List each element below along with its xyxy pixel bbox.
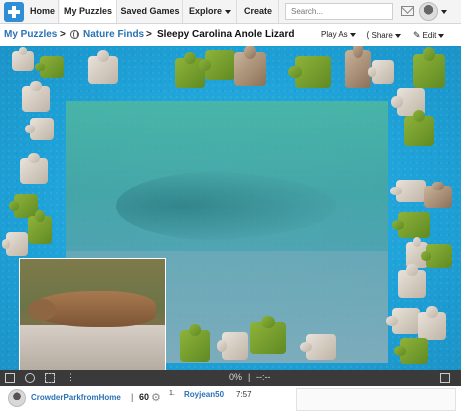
share-icon: ⟨ (366, 30, 370, 40)
leaderboard-user[interactable]: Royjean50 (184, 390, 224, 399)
puzzle-piece[interactable] (287, 56, 331, 88)
puzzle-piece[interactable] (25, 118, 54, 140)
footer-separator: | (131, 392, 134, 402)
chevron-down-icon[interactable] (441, 10, 447, 14)
nav-home[interactable]: Home (27, 0, 59, 23)
puzzle-piece[interactable] (420, 244, 452, 268)
puzzle-board[interactable] (0, 46, 461, 370)
puzzle-piece[interactable] (424, 181, 452, 208)
timer: --:-- (256, 372, 271, 382)
preview-lizard-head (28, 299, 56, 321)
edit-button[interactable]: ✎ Edit (413, 30, 445, 41)
puzzle-piece[interactable] (216, 332, 248, 360)
nav-my-puzzles[interactable]: My Puzzles (60, 0, 117, 23)
piece-count: 60 (139, 392, 150, 402)
puzzle-logo-icon[interactable] (4, 2, 24, 22)
share-button[interactable]: ⟨ Share (366, 30, 401, 41)
top-nav: Home My Puzzles Saved Games Explore Crea… (0, 0, 461, 24)
preview-rock (20, 325, 165, 370)
fullscreen-icon[interactable] (440, 373, 450, 383)
breadcrumb: My Puzzles > Nature Finds > Sleepy Carol… (0, 24, 461, 46)
progress-percent: 0% (229, 372, 243, 382)
puzzle-piece[interactable] (390, 180, 426, 202)
ad-banner[interactable] (296, 388, 456, 411)
puzzle-piece[interactable] (35, 56, 64, 78)
ghost-icon[interactable] (25, 373, 35, 383)
user-link[interactable]: CrowderParkfromHome (31, 393, 121, 402)
puzzle-piece[interactable] (88, 50, 118, 84)
puzzle-piece[interactable] (180, 323, 210, 362)
breadcrumb-separator: > (146, 29, 152, 40)
breadcrumb-my-puzzles[interactable]: My Puzzles (4, 29, 57, 40)
puzzle-piece[interactable] (12, 47, 34, 71)
chevron-down-icon (225, 9, 231, 14)
nav-explore[interactable]: Explore (184, 0, 237, 23)
puzzle-piece[interactable] (199, 50, 235, 80)
avatar[interactable] (419, 2, 438, 21)
puzzle-piece[interactable] (28, 210, 52, 244)
puzzle-piece[interactable] (1, 232, 28, 256)
gear-icon[interactable]: ⚙ (151, 391, 161, 404)
status-bar: ⋮ 0% | --:-- (0, 370, 461, 386)
puzzle-piece[interactable] (20, 152, 48, 184)
breadcrumb-separator: > (60, 29, 66, 40)
image-icon[interactable] (5, 373, 15, 383)
puzzle-piece[interactable] (398, 264, 426, 298)
search-input[interactable] (285, 3, 393, 20)
globe-icon (70, 30, 79, 39)
edit-label: Edit (422, 31, 437, 40)
nav-saved-games[interactable]: Saved Games (118, 0, 183, 23)
puzzle-piece[interactable] (404, 110, 434, 146)
ghost-lizard (116, 171, 336, 241)
puzzle-piece[interactable] (367, 60, 394, 84)
share-label: Share (371, 31, 393, 40)
puzzle-piece[interactable] (391, 212, 430, 238)
leaderboard-time: 7:57 (236, 390, 252, 399)
puzzle-piece[interactable] (394, 338, 428, 364)
puzzle-piece[interactable] (22, 80, 50, 112)
puzzle-piece[interactable] (418, 306, 446, 340)
page-title: Sleepy Carolina Anole Lizard (157, 29, 295, 40)
mail-icon[interactable] (401, 6, 414, 16)
reference-image[interactable] (19, 258, 166, 370)
play-as-label: Play As (321, 30, 348, 39)
play-as-button[interactable]: Play As (321, 30, 356, 39)
chevron-down-icon (438, 33, 445, 38)
puzzle-piece[interactable] (386, 308, 420, 334)
avatar[interactable] (8, 389, 26, 407)
puzzle-piece[interactable] (345, 46, 371, 88)
puzzle-piece[interactable] (234, 46, 266, 86)
chevron-down-icon (349, 32, 356, 37)
edit-icon: ✎ (413, 30, 421, 40)
nav-explore-label: Explore (188, 6, 222, 16)
menu-dots-icon[interactable]: ⋮ (66, 372, 75, 383)
breadcrumb-nature-finds[interactable]: Nature Finds (83, 29, 144, 40)
puzzle-piece[interactable] (250, 315, 286, 354)
leaderboard-rank: 1. (169, 390, 175, 397)
puzzle-piece[interactable] (413, 47, 445, 88)
grid-icon[interactable] (45, 373, 55, 383)
nav-create[interactable]: Create (238, 0, 279, 23)
chevron-down-icon (394, 33, 401, 38)
puzzle-piece[interactable] (300, 334, 336, 360)
status-divider: | (248, 372, 251, 382)
